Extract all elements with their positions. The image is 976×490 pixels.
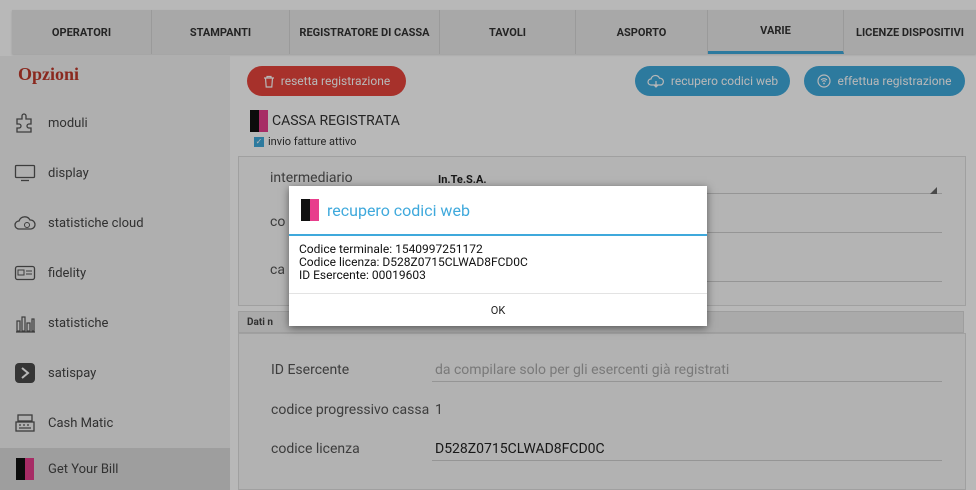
dialog-line-id-esercente: ID Esercente: 00019603 — [299, 268, 426, 282]
dialog-title: recupero codici web — [327, 200, 470, 220]
dialog-body: Codice terminale: 1540997251172 Codice l… — [289, 236, 707, 289]
dialog-ok-button[interactable]: OK — [289, 293, 707, 326]
dialog-header: recupero codici web — [289, 186, 707, 236]
getyourbill-logo-icon — [301, 199, 319, 221]
recupero-codici-dialog: recupero codici web Codice terminale: 15… — [289, 186, 707, 326]
